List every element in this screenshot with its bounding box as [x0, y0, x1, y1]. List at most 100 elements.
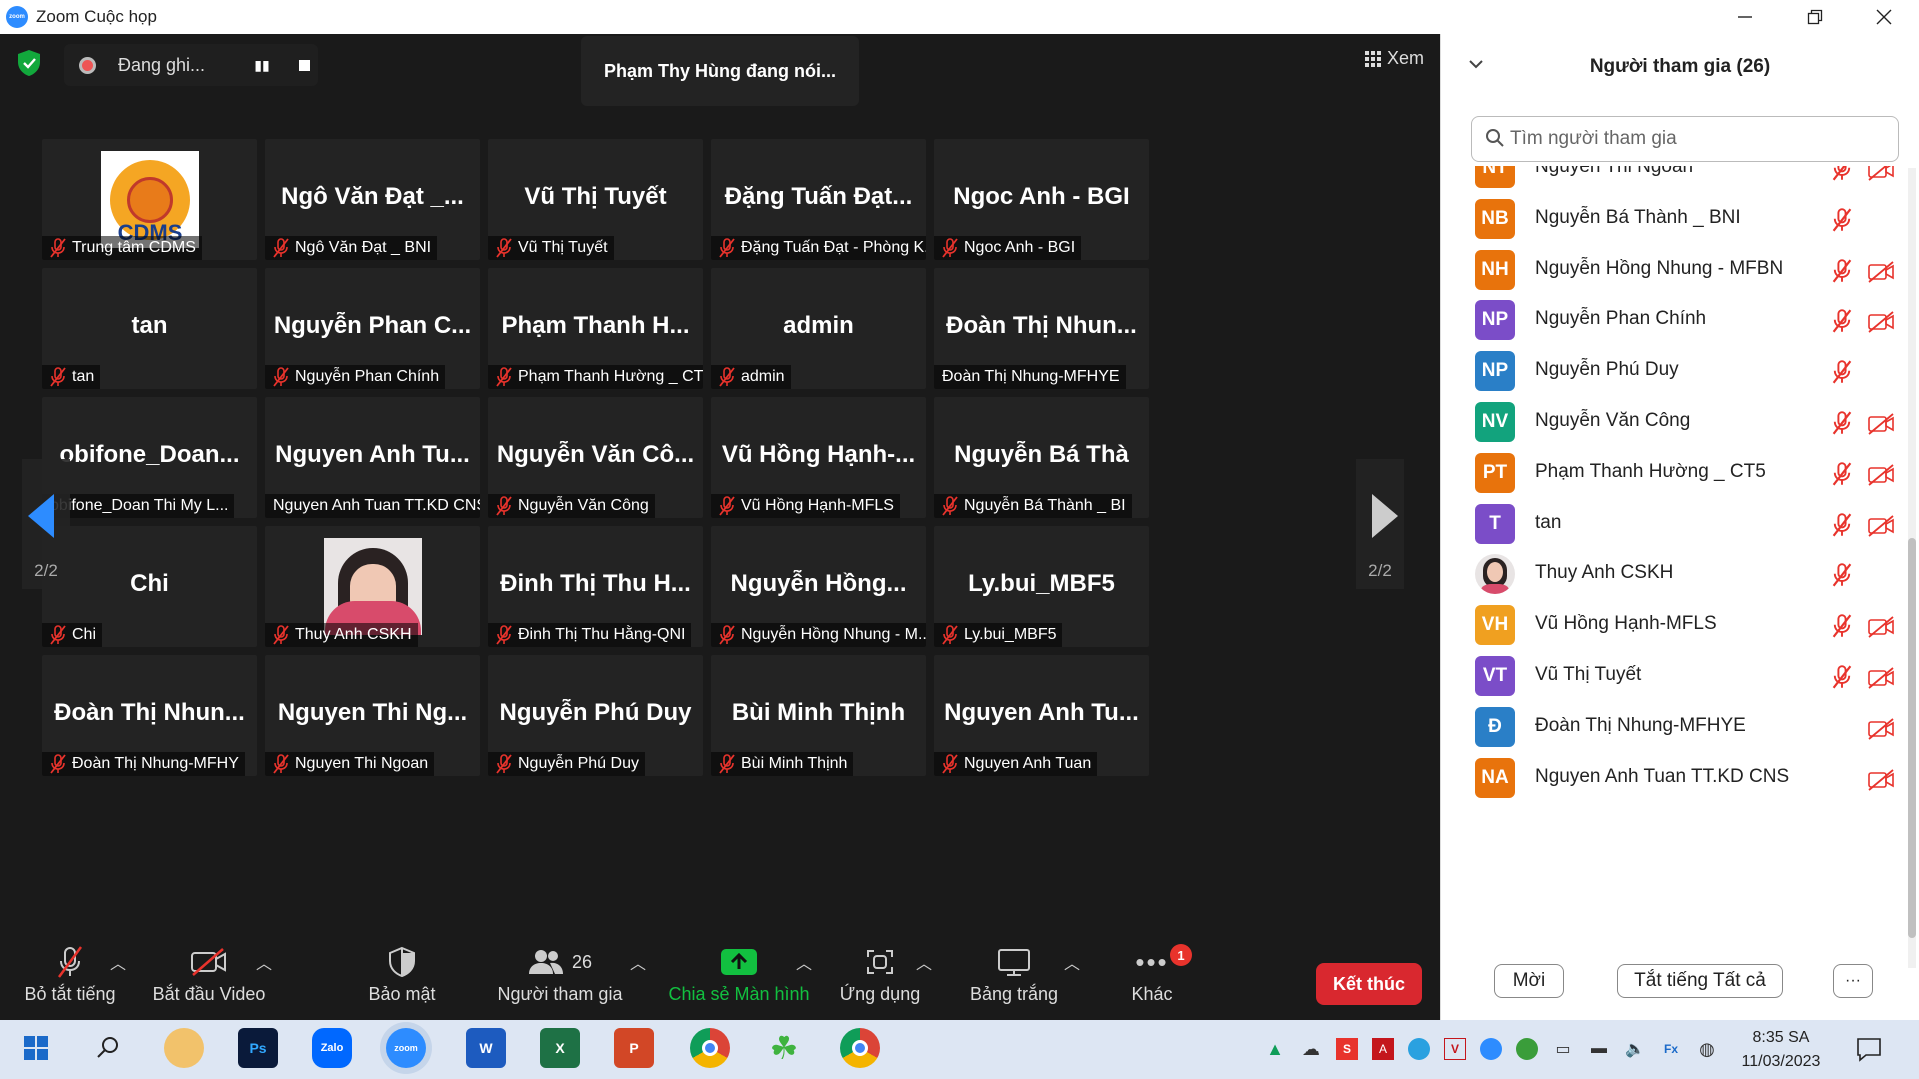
acrobat-tray-icon[interactable]: A: [1372, 1038, 1394, 1060]
participants-options-caret-icon[interactable]: ︿: [630, 950, 646, 974]
network-globe-tray-icon[interactable]: [1516, 1038, 1538, 1060]
participant-search-input[interactable]: [1471, 116, 1899, 162]
video-tile[interactable]: Ly.bui_MBF5 Ly.bui_MBF5: [934, 526, 1149, 647]
video-tile[interactable]: Nguyễn Bá Thà Nguyễn Bá Thành _ BI: [934, 397, 1149, 518]
google-drive-tray-icon[interactable]: ▲: [1264, 1038, 1286, 1060]
video-tile[interactable]: Thuy Anh CSKH: [265, 526, 480, 647]
video-tile[interactable]: Nguyễn Phú Duy Nguyễn Phú Duy: [488, 655, 703, 776]
microphone-muted-icon[interactable]: [1831, 360, 1853, 384]
video-tile[interactable]: Ngô Văn Đạt _... Ngô Văn Đạt _ BNI: [265, 139, 480, 260]
whiteboard-button[interactable]: Bảng trắng: [966, 940, 1062, 1020]
video-options-caret-icon[interactable]: ︿: [256, 950, 272, 974]
telegram-tray-icon[interactable]: [1408, 1038, 1430, 1060]
video-tile[interactable]: Nguyen Anh Tu... Nguyen Anh Tuan: [934, 655, 1149, 776]
video-tile[interactable]: Đoàn Thị Nhun... Đoàn Thị Nhung-MFHY: [42, 655, 257, 776]
microphone-muted-icon[interactable]: [1831, 166, 1853, 181]
powerpoint-app-icon[interactable]: P: [614, 1028, 654, 1068]
panel-more-button[interactable]: ···: [1833, 964, 1873, 998]
participants-panel: Người tham gia (26) NT Nguyen Thi Ngoan NB…: [1440, 34, 1919, 1020]
meeting-toolbar: Bỏ tắt tiếng ︿ Bắt đầu Video ︿ Bảo mật 2…: [0, 940, 1440, 1020]
word-app-icon[interactable]: W: [466, 1028, 506, 1068]
video-tile[interactable]: Nguyen Anh Tu... Nguyen Anh Tuan TT.KD CN…: [265, 397, 480, 518]
video-tile[interactable]: tan tan: [42, 268, 257, 389]
microphone-muted-icon[interactable]: [1831, 411, 1853, 435]
video-tile[interactable]: Nguyễn Phan C... Nguyễn Phan Chính: [265, 268, 480, 389]
previous-page-button[interactable]: 2/2: [22, 459, 70, 589]
microphone-muted-icon: [942, 238, 958, 258]
pdf-tray-icon[interactable]: V: [1444, 1038, 1466, 1060]
volume-tray-icon[interactable]: 🔈: [1624, 1038, 1646, 1060]
onedrive-tray-icon[interactable]: ☁: [1300, 1038, 1322, 1060]
chrome-app-icon[interactable]: [690, 1028, 730, 1068]
video-tile[interactable]: Ngoc Anh - BGI Ngoc Anh - BGI: [934, 139, 1149, 260]
video-tile[interactable]: obifone_Doan... obifone_Doan Thi My L...: [42, 397, 257, 518]
notification-center-icon[interactable]: [1856, 1036, 1882, 1062]
participants-button[interactable]: 26 Người tham gia: [488, 940, 632, 1020]
video-tile[interactable]: Vũ Hồng Hạnh-... Vũ Hồng Hạnh-MFLS: [711, 397, 926, 518]
minimize-button[interactable]: [1710, 0, 1780, 34]
tile-name-bar: Nguyen Thi Ngoan: [265, 752, 435, 776]
excel-app-icon[interactable]: X: [540, 1028, 580, 1068]
end-meeting-button[interactable]: Kết thúc: [1316, 963, 1422, 1005]
video-tile[interactable]: Phạm Thanh H... Phạm Thanh Hường _ CT5: [488, 268, 703, 389]
apps-button[interactable]: Ứng dụng: [834, 940, 926, 1020]
zoom-app-taskbar-icon[interactable]: zoom: [386, 1028, 426, 1068]
microphone-muted-icon[interactable]: [1831, 563, 1853, 587]
mute-all-button[interactable]: Tắt tiếng Tất cả: [1617, 964, 1783, 998]
video-tile[interactable]: Nguyễn Hồng... Nguyễn Hồng Nhung - M...: [711, 526, 926, 647]
restore-button[interactable]: [1780, 0, 1850, 34]
battery-tray-icon[interactable]: ▬: [1588, 1038, 1610, 1060]
video-tile[interactable]: Vũ Thị Tuyết Vũ Thị Tuyết: [488, 139, 703, 260]
video-tile[interactable]: Chi Chi: [42, 526, 257, 647]
display-tray-icon[interactable]: ▭: [1552, 1038, 1574, 1060]
participant-avatar: NP: [1475, 300, 1515, 341]
video-tile[interactable]: Đoàn Thị Nhun... Đoàn Thị Nhung-MFHYE: [934, 268, 1149, 389]
stop-recording-button[interactable]: [286, 44, 322, 86]
microphone-muted-icon[interactable]: [1831, 665, 1853, 689]
invite-button[interactable]: Mời: [1494, 964, 1564, 998]
encryption-shield-icon[interactable]: [14, 48, 44, 78]
microphone-muted-icon[interactable]: [1831, 258, 1853, 283]
photoshop-app-icon[interactable]: Ps: [238, 1028, 278, 1068]
windows-start-button[interactable]: [16, 1028, 56, 1068]
apps-options-caret-icon[interactable]: ︿: [916, 950, 932, 974]
microphone-muted-icon[interactable]: [1831, 208, 1853, 232]
chrome-app-icon-2[interactable]: [840, 1028, 880, 1068]
clover-app-icon[interactable]: ☘: [764, 1028, 804, 1068]
video-tile[interactable]: Bùi Minh Thịnh Bùi Minh Thịnh: [711, 655, 926, 776]
start-video-button[interactable]: Bắt đầu Video: [146, 940, 272, 1020]
security-button[interactable]: Bảo mật: [352, 940, 452, 1020]
video-off-icon: [1867, 464, 1895, 486]
paint-app-icon[interactable]: [164, 1028, 204, 1068]
zalo-app-icon[interactable]: Zalo: [312, 1028, 352, 1068]
microphone-muted-icon[interactable]: [1831, 614, 1853, 638]
audio-options-caret-icon[interactable]: ︿: [110, 950, 126, 974]
close-button[interactable]: [1849, 0, 1919, 34]
participant-list-scroll-thumb[interactable]: [1908, 538, 1916, 938]
participants-count: 26: [571, 951, 593, 972]
zoom-tray-icon[interactable]: [1480, 1038, 1502, 1060]
microphone-muted-icon[interactable]: [1831, 512, 1853, 537]
video-tile[interactable]: CDMS Trung tâm CDMS: [42, 139, 257, 260]
next-page-button[interactable]: 2/2: [1356, 459, 1404, 589]
language-globe-tray-icon[interactable]: ◍: [1696, 1038, 1718, 1060]
whiteboard-options-caret-icon[interactable]: ︿: [1064, 950, 1080, 974]
microphone-muted-icon[interactable]: [1831, 462, 1853, 486]
video-tile[interactable]: Nguyễn Văn Cô... Nguyễn Văn Công: [488, 397, 703, 518]
participant-avatar: T: [1475, 503, 1515, 544]
taskbar-search-button[interactable]: [88, 1028, 128, 1068]
participant-name: Thuy Anh CSKH: [1535, 562, 1674, 584]
microphone-muted-icon[interactable]: [1831, 309, 1853, 333]
video-tile[interactable]: Nguyen Thi Ng... Nguyen Thi Ngoan: [265, 655, 480, 776]
fx-tray-icon[interactable]: Fx: [1660, 1038, 1682, 1060]
video-tile[interactable]: admin admin: [711, 268, 926, 389]
view-button[interactable]: Xem: [1364, 48, 1424, 69]
foxit-tray-icon[interactable]: S: [1336, 1038, 1358, 1060]
taskbar-clock[interactable]: 8:35 SA 11/03/2023: [1734, 1026, 1828, 1074]
pause-recording-button[interactable]: ▮▮: [244, 44, 280, 86]
share-screen-button[interactable]: Chia sẻ Màn hình: [664, 940, 814, 1020]
video-tile[interactable]: Đặng Tuấn Đạt... Đặng Tuấn Đạt - Phòng K.…: [711, 139, 926, 260]
share-options-caret-icon[interactable]: ︿: [796, 950, 812, 974]
video-tile[interactable]: Đinh Thị Thu H... Đinh Thị Thu Hằng-QNI: [488, 526, 703, 647]
participant-row[interactable]: NA Nguyen Anh Tuan TT.KD CNS: [1441, 748, 1905, 810]
